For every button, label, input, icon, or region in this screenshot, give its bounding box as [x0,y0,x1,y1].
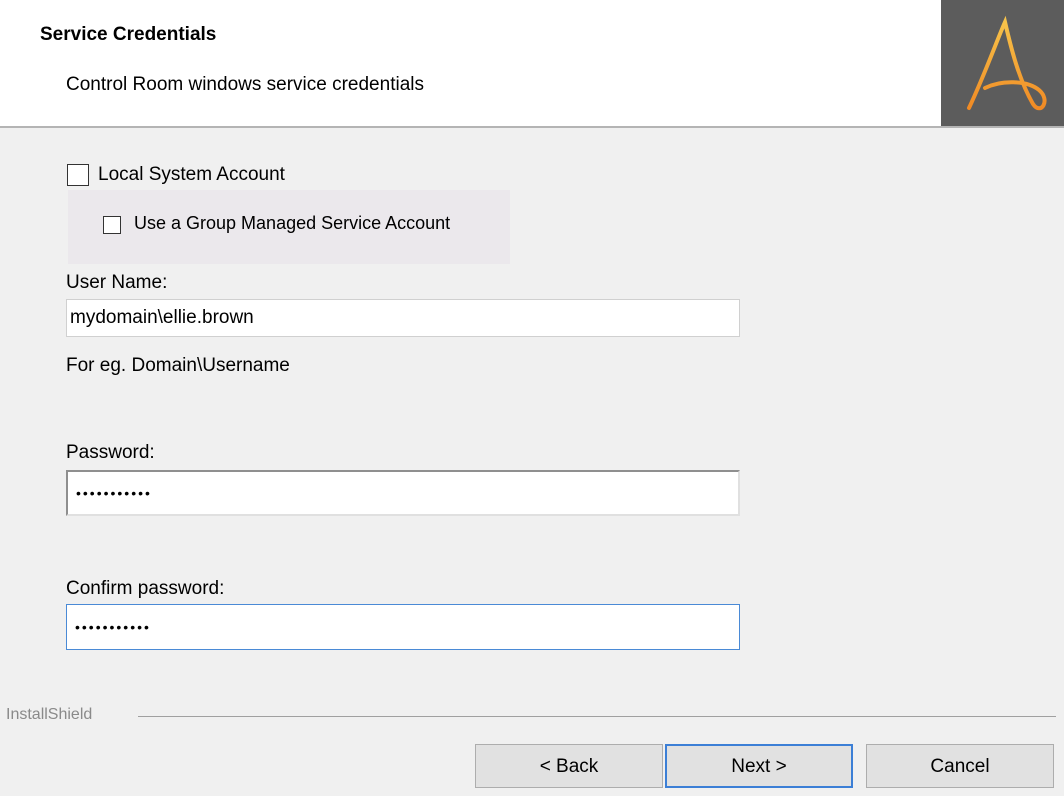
password-label: Password: [66,442,155,463]
confirm-password-label: Confirm password: [66,578,225,599]
header-panel: Service Credentials Control Room windows… [0,0,1064,126]
username-hint: For eg. Domain\Username [66,355,290,376]
local-system-account-label[interactable]: Local System Account [98,164,285,186]
gmsa-label[interactable]: Use a Group Managed Service Account [134,213,450,234]
confirm-password-input[interactable]: ••••••••••• [66,604,740,650]
page-subtitle: Control Room windows service credentials [66,74,424,95]
username-input[interactable]: mydomain\ellie.brown [66,299,740,337]
next-button[interactable]: Next > [665,744,853,788]
gmsa-checkbox[interactable] [103,216,121,234]
cancel-button[interactable]: Cancel [866,744,1054,788]
local-system-account-checkbox[interactable] [67,164,89,186]
username-label: User Name: [66,272,168,293]
header-separator [0,126,1064,128]
back-button[interactable]: < Back [475,744,663,788]
installshield-brand: InstallShield [6,706,93,723]
automation-anywhere-logo-icon [941,0,1064,126]
footer-divider [138,716,1056,717]
page-title: Service Credentials [40,24,217,45]
password-input[interactable]: ••••••••••• [66,470,740,516]
